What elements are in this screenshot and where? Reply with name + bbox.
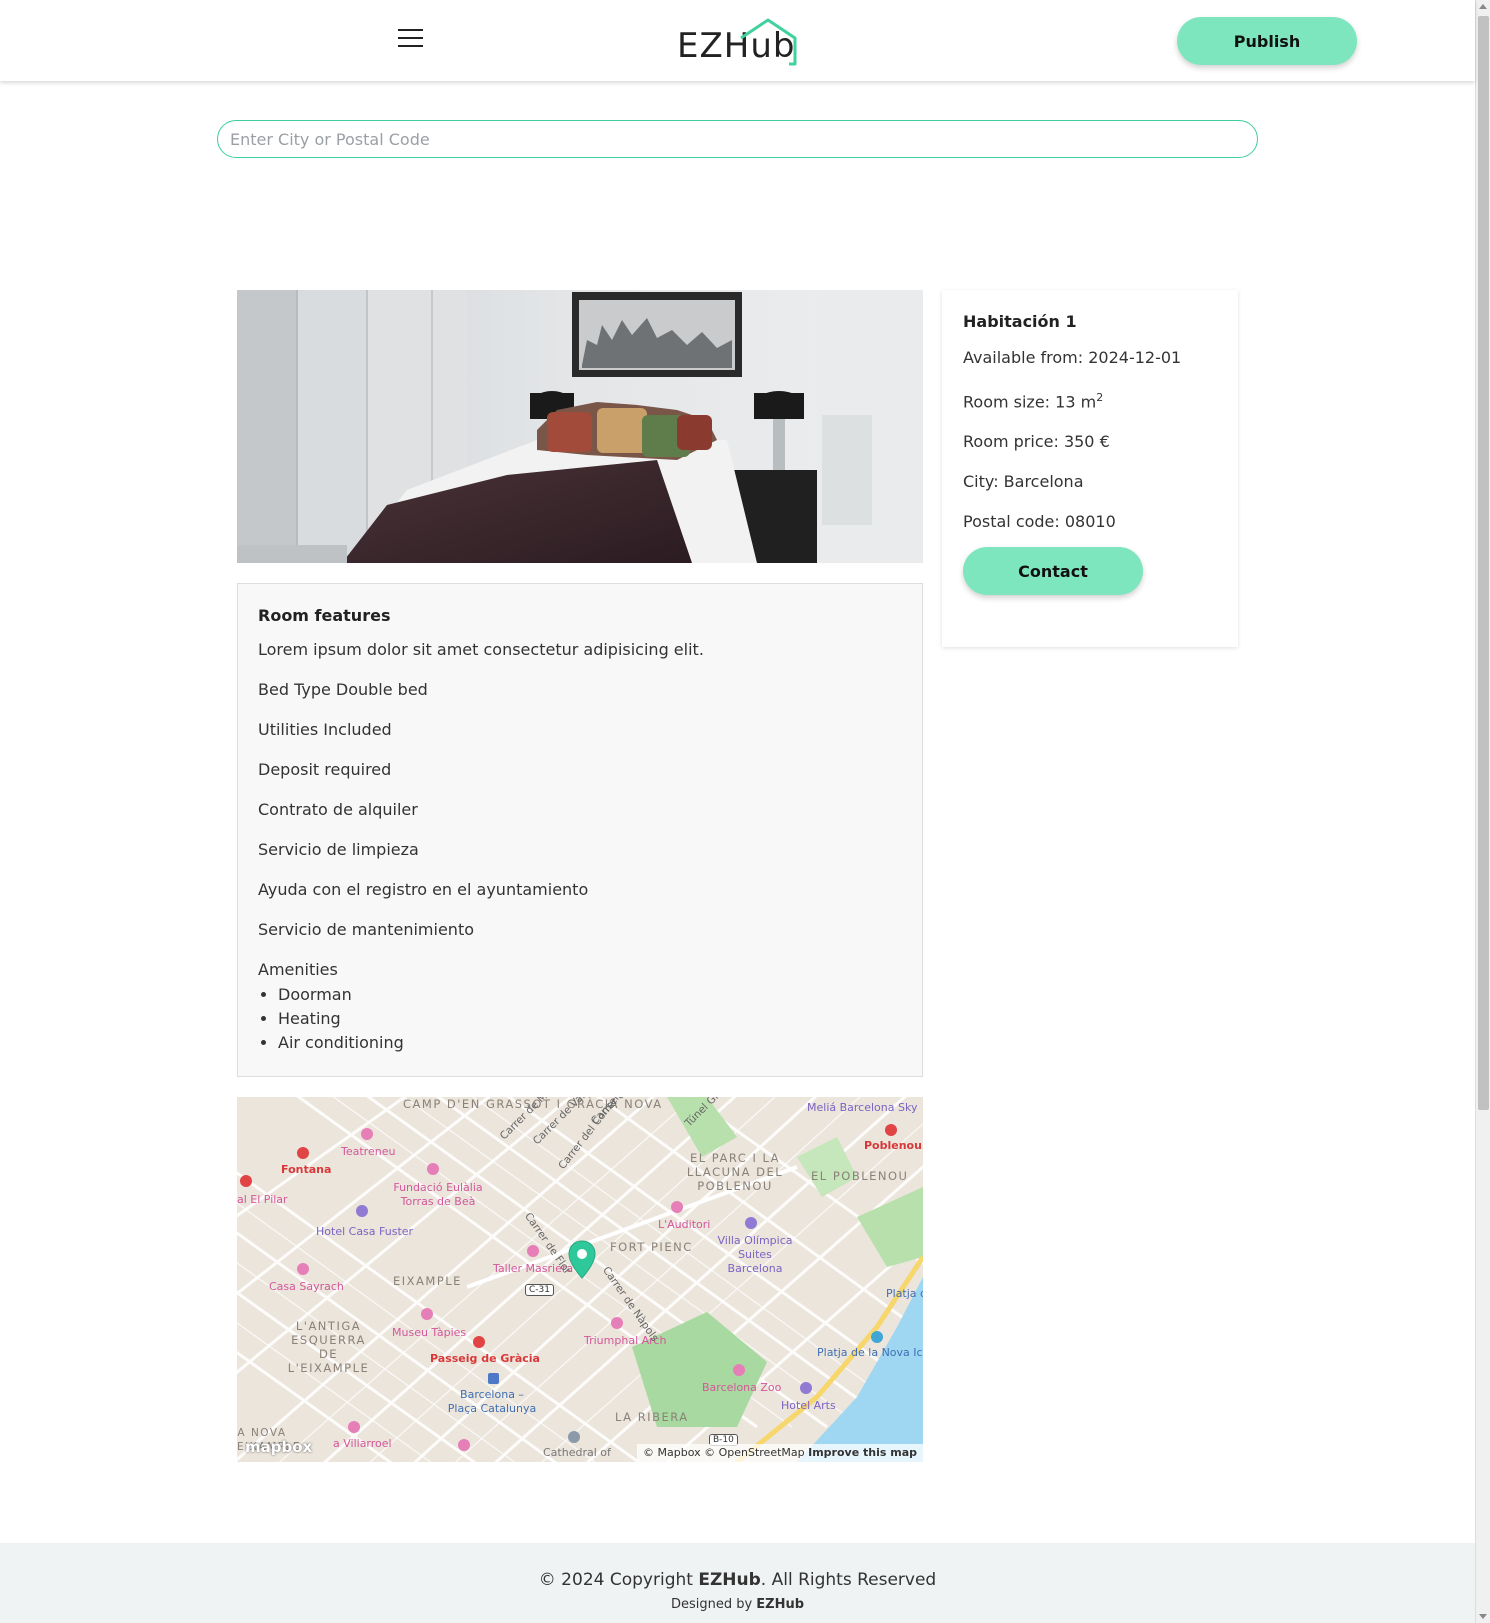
district-eixample-label: EIXAMPLE: [393, 1274, 462, 1288]
poi-casa-fuster-label: Hotel Casa Fuster: [316, 1225, 414, 1238]
features-title: Room features: [258, 606, 391, 625]
feature-maintenance: Servicio de mantenimiento: [258, 920, 475, 939]
designed-prefix: Designed by: [670, 1597, 757, 1612]
poi-poblenou-metro-label: Poblenou: [864, 1139, 922, 1152]
poi-passeig-label: Passeig de Gràcia: [430, 1352, 540, 1365]
contact-button[interactable]: Contact: [963, 547, 1143, 596]
poi-melia-label: Meliá Barcelona Sky: [807, 1101, 918, 1114]
scroll-up-arrow-icon[interactable]: [1479, 4, 1487, 9]
room-size-unit-sup: 2: [1096, 391, 1104, 404]
poi-catalunya-label: Barcelona – Plaça Catalunya: [447, 1388, 537, 1415]
poi-pilar-label: al El Pilar: [237, 1193, 288, 1206]
feature-deposit: Deposit required: [258, 760, 392, 779]
mapbox-logo[interactable]: mapbox: [245, 1438, 312, 1456]
poi-sayrach-label: Casa Sayrach: [269, 1280, 344, 1293]
mapbox-attribution-link[interactable]: © Mapbox: [643, 1446, 701, 1459]
copyright-suffix: . All Rights Reserved: [760, 1570, 937, 1590]
feature-bed-type: Bed Type Double bed: [258, 680, 428, 699]
poi-villarroel-label: a Villarroel: [333, 1437, 392, 1450]
poi-fundacio-label: Fundació Eulàlia Torras de Beà: [393, 1181, 483, 1208]
feature-registration: Ayuda con el registro en el ayuntamiento: [258, 880, 589, 899]
poi-hotel-arts-label: Hotel Arts: [781, 1399, 836, 1412]
room-features-panel: Room features Lorem ipsum dolor sit amet…: [237, 583, 923, 1077]
district-poblenou-label: EL POBLENOU: [811, 1169, 909, 1183]
district-antiga-label: L'ANTIGA ESQUERRA DE L'EIXAMPLE: [287, 1319, 370, 1375]
room-city: City: Barcelona: [963, 472, 1084, 492]
poi-fontana-label: Fontana: [281, 1163, 332, 1176]
room-size: Room size: 13 m2: [963, 387, 1217, 412]
room-info-card: Habitación 1 Available from: 2024-12-01 …: [942, 290, 1238, 647]
poi-teatreneu-label: Teatreneu: [341, 1145, 396, 1158]
amenity-item: Doorman: [278, 983, 902, 1007]
room-size-text: Room size: 13 m: [963, 392, 1097, 412]
osm-attribution-link[interactable]: © OpenStreetMap: [704, 1446, 805, 1459]
location-pin-icon[interactable]: [567, 1240, 597, 1280]
poi-auditori-label: L'Auditori: [658, 1218, 711, 1231]
poi-villa-label: Villa Olímpica Suites Barcelona: [717, 1234, 793, 1275]
scroll-down-arrow-icon[interactable]: [1479, 1614, 1487, 1619]
scrollbar-thumb[interactable]: [1478, 16, 1489, 1110]
house-roof-icon: [740, 18, 797, 66]
poi-tapies-label: Museu Tàpies: [392, 1326, 467, 1339]
footer: © 2024 Copyright EZHub. All Rights Reser…: [0, 1543, 1475, 1623]
district-ribera-label: LA RIBERA: [615, 1410, 689, 1424]
publish-button[interactable]: Publish: [1177, 17, 1357, 65]
bedroom-image: [237, 290, 923, 563]
room-photo: [237, 290, 923, 563]
ezhub-logo[interactable]: EZHub: [677, 18, 802, 66]
copyright-text: © 2024 Copyright EZHub. All Rights Reser…: [0, 1570, 1475, 1590]
poi-nova-icaria-label: Platja de la Nova Icar: [817, 1346, 923, 1359]
improve-map-link[interactable]: Improve this map: [808, 1446, 917, 1459]
road-c31-shield: C-31: [525, 1284, 554, 1296]
search-input[interactable]: [217, 120, 1258, 158]
district-parc-label: EL PARC I LA LLACUNA DEL POBLENOU: [686, 1151, 784, 1193]
page-scrollbar[interactable]: [1475, 0, 1490, 1623]
location-map[interactable]: CAMP D'EN GRASSOT I GRÀCIA NOVA EL PARC …: [237, 1097, 923, 1462]
map-attribution: © Mapbox © OpenStreetMap Improve this ma…: [637, 1444, 923, 1462]
room-title: Habitación 1: [963, 312, 1077, 331]
amenity-item: Heating: [278, 1007, 902, 1031]
copyright-brand: EZHub: [698, 1570, 761, 1590]
designed-by-text: Designed by EZHub: [0, 1597, 1475, 1612]
amenities-title: Amenities: [258, 960, 338, 979]
poi-zoo-label: Barcelona Zoo: [702, 1381, 782, 1394]
poi-platja-label: Platja d: [886, 1287, 923, 1300]
copyright-prefix: © 2024 Copyright: [538, 1570, 699, 1590]
feature-contract: Contrato de alquiler: [258, 800, 418, 819]
poi-cathedral-label: Cathedral of: [543, 1446, 611, 1459]
feature-utilities: Utilities Included: [258, 720, 392, 739]
available-from: Available from: 2024-12-01: [963, 348, 1182, 367]
room-price: Room price: 350 €: [963, 432, 1110, 452]
designed-brand: EZHub: [756, 1597, 805, 1612]
feature-cleaning: Servicio de limpieza: [258, 840, 419, 859]
amenity-item: Air conditioning: [278, 1031, 902, 1055]
amenities-list: Doorman Heating Air conditioning: [278, 983, 902, 1055]
room-postal-code: Postal code: 08010: [963, 512, 1116, 532]
hamburger-menu-icon[interactable]: [398, 29, 428, 53]
feature-description: Lorem ipsum dolor sit amet consectetur a…: [258, 640, 704, 659]
top-navbar: EZHub Publish: [0, 0, 1475, 81]
district-fort-pienc-label: FORT PIENC: [610, 1240, 693, 1254]
